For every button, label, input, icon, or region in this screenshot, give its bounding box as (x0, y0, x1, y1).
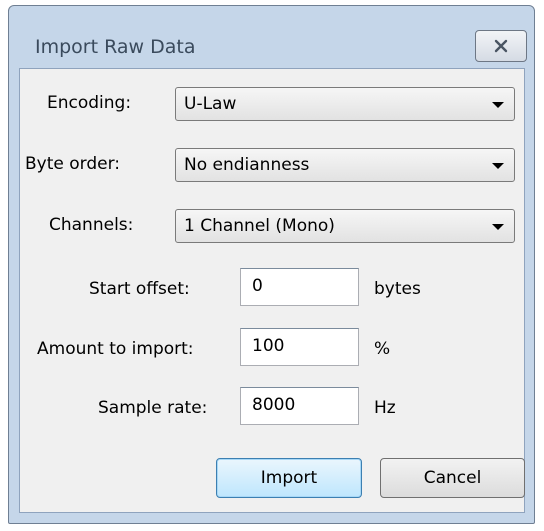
channels-value: 1 Channel (Mono) (184, 216, 335, 236)
amount-value: 100 (252, 336, 285, 356)
start-offset-unit: bytes (374, 279, 421, 299)
byte-order-select[interactable]: No endianness (175, 148, 515, 182)
byte-order-value: No endianness (184, 155, 310, 175)
import-button[interactable]: Import (216, 458, 362, 498)
amount-label: Amount to import: (37, 339, 194, 359)
import-raw-data-dialog: Import Raw Data Encoding: U-Law Byte ord… (8, 5, 535, 524)
start-offset-input[interactable]: 0 (240, 268, 359, 306)
channels-select[interactable]: 1 Channel (Mono) (175, 209, 515, 243)
close-icon (494, 39, 508, 53)
encoding-select[interactable]: U-Law (175, 87, 515, 121)
chevron-down-icon (492, 163, 504, 169)
encoding-label: Encoding: (47, 93, 132, 113)
sample-rate-label: Sample rate: (98, 398, 208, 418)
amount-input[interactable]: 100 (240, 328, 359, 366)
sample-rate-unit: Hz (374, 398, 396, 418)
encoding-value: U-Law (184, 94, 237, 114)
sample-rate-value: 8000 (252, 395, 296, 415)
close-button[interactable] (475, 30, 527, 62)
sample-rate-input[interactable]: 8000 (240, 387, 359, 425)
chevron-down-icon (492, 102, 504, 108)
window-title: Import Raw Data (35, 36, 196, 58)
dialog-content: Encoding: U-Law Byte order: No endiannes… (19, 68, 525, 513)
channels-label: Channels: (49, 215, 134, 235)
amount-unit: % (374, 339, 391, 359)
byte-order-label: Byte order: (25, 154, 121, 174)
start-offset-value: 0 (252, 276, 263, 296)
start-offset-label: Start offset: (89, 279, 190, 299)
chevron-down-icon (492, 224, 504, 230)
cancel-button[interactable]: Cancel (380, 458, 525, 498)
